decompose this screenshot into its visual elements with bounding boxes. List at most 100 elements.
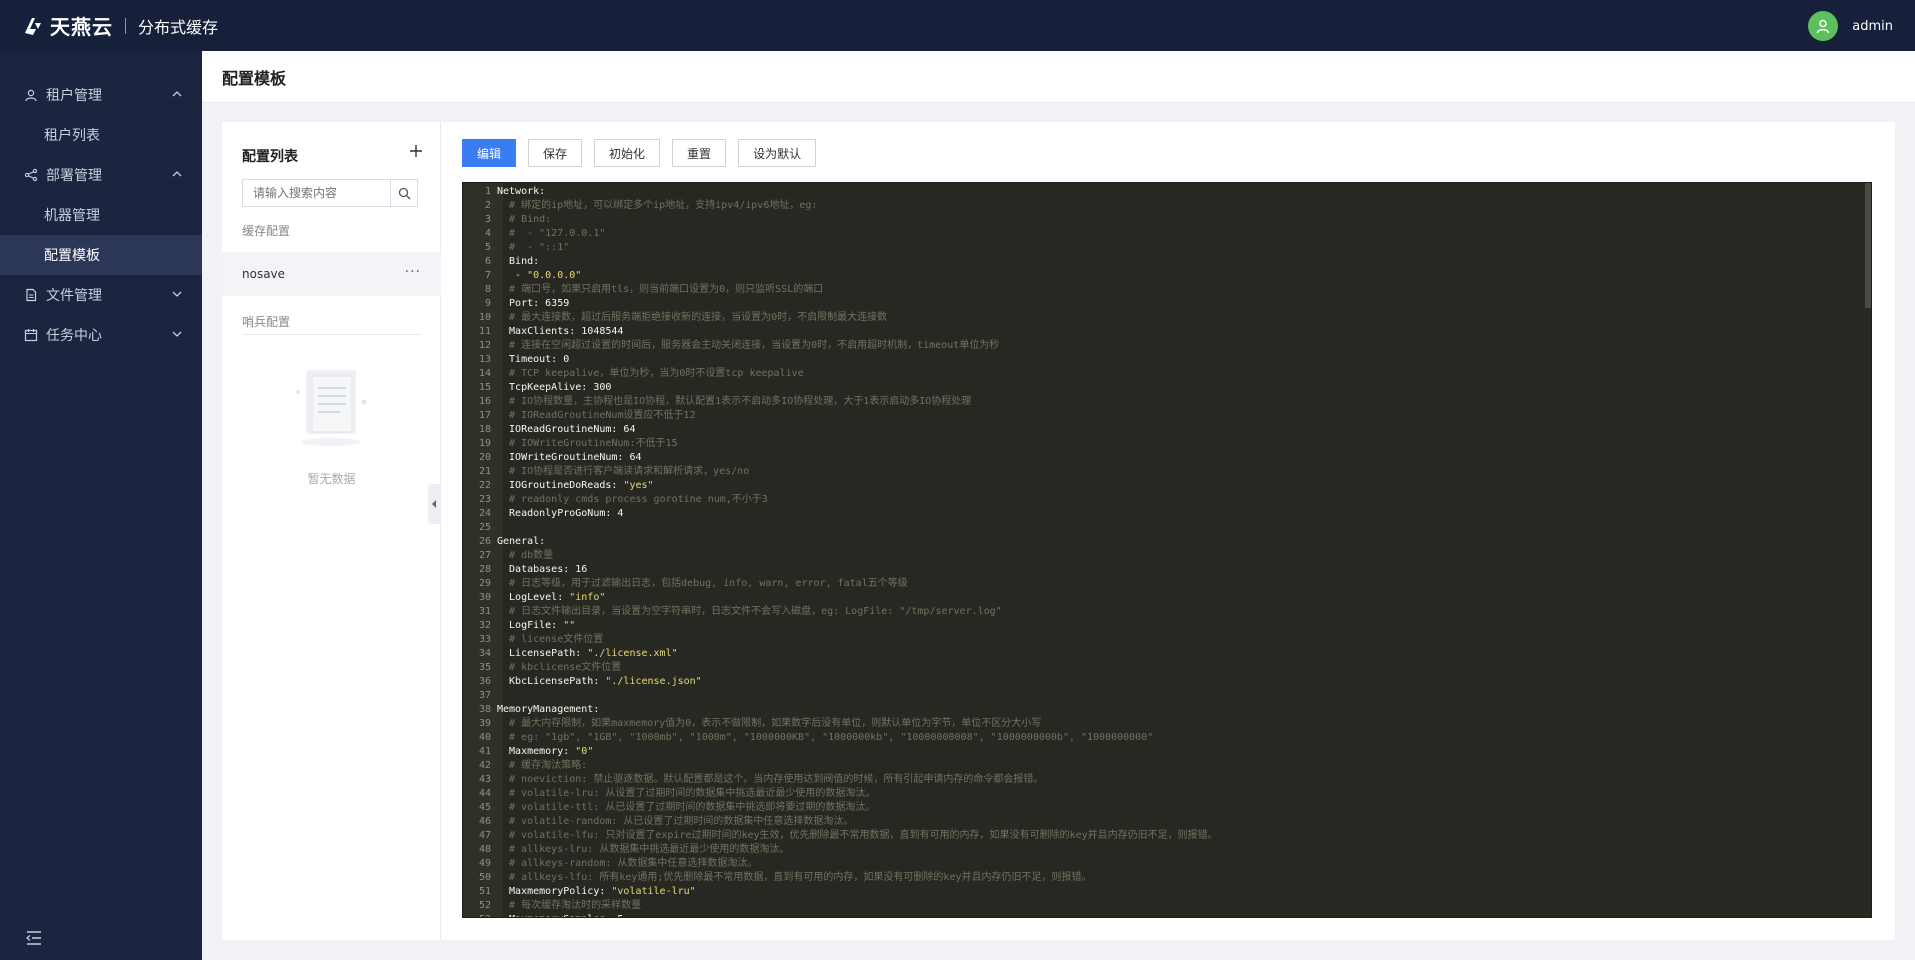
code-line: 40 # eg: "1gb", "1GB", "1000mb", "1000m"… bbox=[463, 731, 1863, 745]
panel-collapse-handle[interactable] bbox=[428, 484, 440, 524]
more-icon[interactable]: ··· bbox=[405, 264, 421, 280]
sidebar-group-label: 租户管理 bbox=[46, 88, 102, 104]
sidebar-item-config-templates[interactable]: 配置模板 bbox=[0, 235, 202, 275]
code-text: # - "::1" bbox=[497, 242, 570, 253]
avatar[interactable] bbox=[1808, 11, 1839, 41]
line-number: 17 bbox=[478, 410, 491, 421]
section-label-sentinel: 哨兵配置 bbox=[242, 315, 291, 329]
code-text: # volatile-lru: 从设置了过期时间的数据集中挑选最近最少使用的数据… bbox=[497, 788, 876, 799]
user-menu[interactable]: admin bbox=[1808, 11, 1893, 41]
sidebar-group-label: 任务中心 bbox=[46, 328, 102, 344]
reset-button[interactable]: 重置 bbox=[672, 139, 727, 167]
code-line: 9 Port: 6359 bbox=[463, 297, 1863, 311]
edit-button[interactable]: 编辑 bbox=[462, 139, 517, 167]
line-number: 46 bbox=[478, 816, 491, 827]
line-number: 25 bbox=[478, 522, 491, 533]
code-line: 2 # 绑定的ip地址，可以绑定多个ip地址，支持ipv4/ipv6地址，eg: bbox=[463, 199, 1863, 213]
logo[interactable]: 天燕云 分布式缓存 bbox=[22, 11, 218, 40]
brand-name: 天燕云 bbox=[50, 15, 113, 39]
sidebar-item-tenant-list[interactable]: 租户列表 bbox=[0, 115, 202, 155]
list-item[interactable]: nosave ··· bbox=[222, 252, 441, 296]
sidebar-group-deploy[interactable]: 部署管理 bbox=[0, 155, 202, 195]
code-text: # noeviction: 禁止驱逐数据。默认配置都是这个。当内存使用达到阀值的… bbox=[497, 774, 1044, 785]
code-line: 21 # IO协程是否进行客户端读请求和解析请求，yes/no bbox=[463, 465, 1863, 479]
code-editor[interactable]: 1 Network: 2 # 绑定的ip地址，可以绑定多个ip地址，支持ipv4/i… bbox=[462, 182, 1872, 918]
menu-collapse-icon[interactable] bbox=[24, 928, 44, 948]
code-line: 45 # volatile-ttl: 从已设置了过期时间的数据集中挑选即将要过期… bbox=[463, 801, 1863, 815]
line-number: 22 bbox=[478, 480, 491, 491]
search-input[interactable] bbox=[243, 180, 390, 206]
line-number: 28 bbox=[478, 564, 491, 575]
code-line: 41 Maxmemory: "0" bbox=[463, 745, 1863, 759]
code-text: ReadonlyProGoNum: 4 bbox=[497, 508, 624, 519]
code-text: # 最大连接数，超过后服务端拒绝接收新的连接，当设置为0时，不启限制最大连接数 bbox=[497, 312, 888, 323]
line-number: 52 bbox=[478, 900, 491, 911]
code-text: # 缓存淘汰策略: bbox=[497, 760, 588, 771]
code-text: IOGroutineDoReads: "yes" bbox=[497, 480, 654, 491]
code-text: # 每次缓存淘汰时的采样数量 bbox=[497, 900, 642, 911]
line-number: 29 bbox=[478, 578, 491, 589]
code-line: 26 General: bbox=[463, 535, 1863, 549]
code-text: # allkeys-lru: 从数据集中挑选最近最少使用的数据淘汰。 bbox=[497, 844, 790, 855]
line-number: 2 bbox=[484, 200, 491, 211]
line-number: 19 bbox=[478, 438, 491, 449]
add-icon[interactable] bbox=[408, 143, 424, 159]
section-divider bbox=[242, 334, 422, 335]
code-text: # license文件位置 bbox=[497, 634, 604, 645]
line-number: 24 bbox=[478, 508, 491, 519]
init-button[interactable]: 初始化 bbox=[594, 139, 661, 167]
save-button[interactable]: 保存 bbox=[528, 139, 583, 167]
code-text: TcpKeepAlive: 300 bbox=[497, 382, 612, 393]
chevron-up-icon bbox=[172, 171, 182, 177]
code-text: # eg: "1gb", "1GB", "1000mb", "1000m", "… bbox=[497, 732, 1154, 743]
code-text: Databases: 16 bbox=[497, 564, 588, 575]
search-button[interactable] bbox=[390, 180, 417, 206]
line-number: 53 bbox=[463, 913, 497, 917]
config-item-name: nosave bbox=[242, 267, 286, 281]
brand-logo-icon bbox=[25, 17, 41, 35]
username[interactable]: admin bbox=[1852, 19, 1893, 34]
code-line: 22 IOGroutineDoReads: "yes" bbox=[463, 479, 1863, 493]
line-number: 47 bbox=[478, 830, 491, 841]
user-icon bbox=[25, 89, 37, 102]
line-number: 50 bbox=[478, 872, 491, 883]
code-text: LogFile: "" bbox=[497, 620, 576, 631]
chevron-down-icon bbox=[172, 291, 182, 297]
line-number: 9 bbox=[484, 298, 491, 309]
sidebar-item-machines[interactable]: 机器管理 bbox=[0, 195, 202, 235]
code-text: IOWriteGroutineNum: 64 bbox=[497, 452, 642, 463]
line-number: 12 bbox=[478, 340, 491, 351]
code-line: 23 # readonly cmds process gorotine num,… bbox=[463, 493, 1863, 507]
code-line: 35 # kbclicense文件位置 bbox=[463, 661, 1863, 675]
code-line: 53 MaxmemorySamples: 5 bbox=[463, 913, 1863, 917]
line-number: 10 bbox=[478, 312, 491, 323]
code-text: Maxmemory: "0" bbox=[497, 746, 594, 757]
line-number: 36 bbox=[478, 676, 491, 687]
share-icon bbox=[24, 168, 38, 182]
sidebar-group-label: 部署管理 bbox=[46, 168, 102, 184]
line-number: 35 bbox=[478, 662, 491, 673]
code-text: # TCP keepalive，单位为秒，当为0时不设置tcp keepaliv… bbox=[497, 368, 804, 379]
sidebar-group-tenant[interactable]: 租户管理 bbox=[0, 75, 202, 115]
code-line: 50 # allkeys-lfu: 所有key通用;优先删除最不常用数据，直到有… bbox=[463, 871, 1863, 885]
code-text: MemoryManagement: bbox=[497, 704, 600, 715]
caret-left-icon bbox=[432, 500, 436, 508]
code-text: # IOWriteGroutineNum:不低于15 bbox=[497, 438, 678, 449]
code-line: 52 # 每次缓存淘汰时的采样数量 bbox=[463, 899, 1863, 913]
sidebar-group-tasks[interactable]: 任务中心 bbox=[0, 315, 202, 355]
line-number: 40 bbox=[478, 732, 491, 743]
product-name: 分布式缓存 bbox=[138, 17, 219, 37]
search-box bbox=[242, 179, 418, 207]
code-text: MaxmemoryPolicy: "volatile-lru" bbox=[497, 886, 696, 897]
code-text: IOReadGroutineNum: 64 bbox=[497, 424, 636, 435]
editor-scrollbar[interactable] bbox=[1865, 183, 1871, 308]
code-line: 47 # volatile-lfu: 只对设置了expire过期时间的key生效… bbox=[463, 829, 1863, 843]
code-line: 7 - "0.0.0.0" bbox=[463, 269, 1863, 283]
line-number: 21 bbox=[478, 466, 491, 477]
code-line: 42 # 缓存淘汰策略: bbox=[463, 759, 1863, 773]
code-text: # IO协程是否进行客户端读请求和解析请求，yes/no bbox=[497, 466, 750, 477]
code-text: Network: bbox=[497, 186, 546, 197]
set-default-button[interactable]: 设为默认 bbox=[738, 139, 817, 167]
sidebar-group-files[interactable]: 文件管理 bbox=[0, 275, 202, 315]
